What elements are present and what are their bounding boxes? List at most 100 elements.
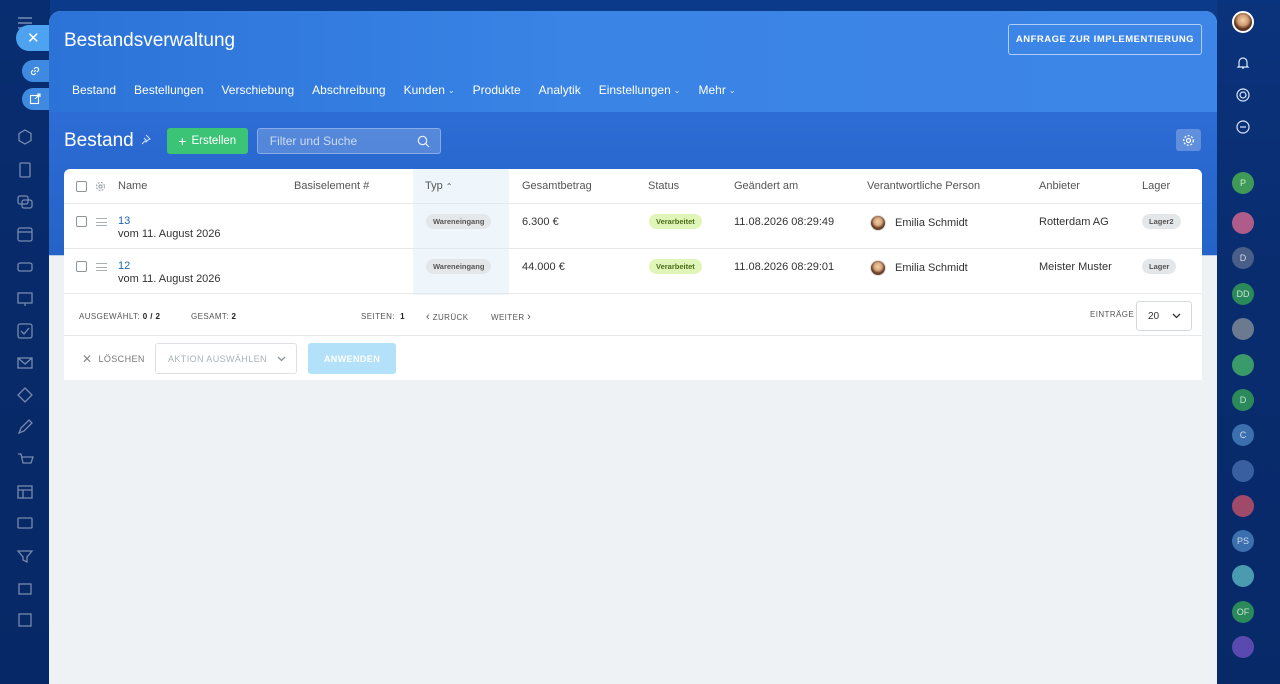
- calendar-icon[interactable]: [16, 225, 34, 243]
- nav-item-produkte[interactable]: Produkte: [473, 83, 521, 97]
- drag-handle-icon[interactable]: [96, 263, 107, 274]
- apply-button[interactable]: ANWENDEN: [308, 343, 396, 374]
- responsible-person[interactable]: Emilia Schmidt: [895, 217, 968, 229]
- search-input[interactable]: Filter und Suche: [256, 128, 441, 154]
- type-badge: Wareneingang: [426, 259, 492, 274]
- drive-icon[interactable]: [16, 258, 34, 276]
- copy-link-button[interactable]: [22, 60, 50, 82]
- open-new-window-button[interactable]: [22, 88, 50, 110]
- column-header-type[interactable]: Typ ⌃: [425, 180, 453, 192]
- chevron-right-icon: ›: [527, 311, 532, 323]
- hexagon-icon[interactable]: [16, 128, 34, 146]
- chat-avatar-d2[interactable]: D: [1232, 389, 1254, 411]
- store-icon[interactable]: [16, 579, 34, 597]
- column-header-changed[interactable]: Geändert am: [734, 180, 798, 192]
- copilot-icon[interactable]: [1232, 84, 1254, 106]
- external-link-icon: [29, 93, 41, 105]
- chevron-down-icon: ⌄: [447, 85, 455, 95]
- column-header-name[interactable]: Name: [118, 180, 147, 192]
- avatar[interactable]: [870, 260, 886, 276]
- chat-avatar-msg[interactable]: [1232, 565, 1254, 587]
- row-checkbox[interactable]: [76, 216, 87, 227]
- column-header-supplier[interactable]: Anbieter: [1039, 180, 1080, 192]
- nav-item-einstellungen[interactable]: Einstellungen ⌄: [599, 83, 681, 97]
- sites-icon[interactable]: [16, 386, 34, 404]
- tasks-icon[interactable]: [16, 322, 34, 340]
- user-avatar[interactable]: [1232, 11, 1254, 33]
- table-icon[interactable]: [16, 483, 34, 501]
- search-chat-icon[interactable]: [1232, 116, 1254, 138]
- group-action-bar: ✕ LÖSCHEN AKTION AUSWÄHLEN ANWENDEN: [64, 336, 1202, 380]
- request-implementation-button[interactable]: ANFRAGE ZUR IMPLEMENTIERUNG: [1008, 24, 1202, 55]
- nav-item-mehr[interactable]: Mehr ⌄: [698, 83, 735, 97]
- nav-item-bestand[interactable]: Bestand: [72, 83, 116, 97]
- selected-count: AUSGEWÄHLT: 0 / 2: [79, 312, 161, 321]
- action-select[interactable]: AKTION AUSWÄHLEN: [155, 343, 297, 374]
- chat-avatar-card[interactable]: [1232, 354, 1254, 376]
- list-icon[interactable]: [16, 611, 34, 629]
- nav-item-verschiebung[interactable]: Verschiebung: [221, 83, 294, 97]
- chat-avatar-photo[interactable]: [1232, 318, 1254, 340]
- status-badge: Verarbeitet: [649, 214, 702, 229]
- nav-item-analytik[interactable]: Analytik: [539, 83, 581, 97]
- entries-per-page-select[interactable]: 20: [1136, 301, 1192, 331]
- column-header-responsible[interactable]: Verantwortliche Person: [867, 180, 980, 192]
- chat-avatar-d[interactable]: D: [1232, 247, 1254, 269]
- avatar[interactable]: [870, 215, 886, 231]
- total-amount: 6.300 €: [522, 216, 559, 228]
- board-icon[interactable]: [16, 290, 34, 308]
- nav-item-bestellungen[interactable]: Bestellungen: [134, 83, 203, 97]
- close-icon: ✕: [27, 30, 40, 47]
- responsible-person[interactable]: Emilia Schmidt: [895, 262, 968, 274]
- monitor-icon[interactable]: [16, 515, 34, 533]
- table-footer: AUSGEWÄHLT: 0 / 2 GESAMT: 2 SEITEN: 1 ‹ …: [64, 295, 1202, 336]
- column-header-status[interactable]: Status: [648, 180, 679, 192]
- pin-icon[interactable]: [140, 134, 151, 148]
- notification-icon[interactable]: [1232, 52, 1254, 74]
- chat-avatar-copilot[interactable]: [1232, 636, 1254, 658]
- document-number-link[interactable]: 13: [118, 215, 130, 227]
- prev-page-button[interactable]: ‹ ZURÜCK: [426, 311, 468, 323]
- filter-icon[interactable]: [16, 547, 34, 565]
- entries-label: EINTRÄGE: [1090, 310, 1135, 319]
- mail-icon[interactable]: [16, 354, 34, 372]
- total-count: GESAMT: 2: [191, 312, 237, 321]
- link-icon: [30, 66, 40, 76]
- section-title: Bestand: [64, 130, 134, 151]
- delete-button[interactable]: ✕ LÖSCHEN: [82, 352, 145, 366]
- chat-icon[interactable]: [16, 193, 34, 211]
- chevron-left-icon: ‹: [426, 311, 431, 323]
- column-header-total[interactable]: Gesamtbetrag: [522, 180, 592, 192]
- search-icon: [417, 135, 430, 147]
- row-checkbox[interactable]: [76, 261, 87, 272]
- list-settings-button[interactable]: [1176, 129, 1201, 151]
- page-title: Bestandsverwaltung: [64, 30, 236, 51]
- nav-item-abschreibung[interactable]: Abschreibung: [312, 83, 385, 97]
- close-slider-button[interactable]: ✕: [16, 25, 50, 51]
- nav-item-kunden[interactable]: Kunden ⌄: [404, 83, 455, 97]
- document-number-link[interactable]: 12: [118, 260, 130, 272]
- chat-avatar-dd[interactable]: DD: [1232, 283, 1254, 305]
- chat-avatar-red[interactable]: [1232, 212, 1254, 234]
- pen-icon[interactable]: [16, 418, 34, 436]
- column-header-base-element[interactable]: Basiselement #: [294, 180, 369, 192]
- drag-handle-icon[interactable]: [96, 218, 107, 229]
- column-settings-icon[interactable]: [95, 181, 106, 192]
- document-icon[interactable]: [16, 161, 34, 179]
- chat-avatar-c[interactable]: C: [1232, 424, 1254, 446]
- table-row[interactable]: 13 vom 11. August 2026 Wareneingang 6.30…: [64, 204, 1202, 249]
- table-row[interactable]: 12 vom 11. August 2026 Wareneingang 44.0…: [64, 249, 1202, 294]
- create-button[interactable]: + Erstellen: [166, 128, 248, 154]
- slider-panel: Bestandsverwaltung ANFRAGE ZUR IMPLEMENT…: [49, 11, 1217, 684]
- chat-avatar-ps[interactable]: PS: [1232, 530, 1254, 552]
- chat-avatar-group[interactable]: [1232, 460, 1254, 482]
- select-all-checkbox[interactable]: [76, 181, 87, 192]
- chat-avatar-p[interactable]: P: [1232, 172, 1254, 194]
- toolbar: Bestand + Erstellen Filter und Suche: [64, 128, 441, 154]
- next-page-button[interactable]: WEITER ›: [491, 311, 531, 323]
- column-header-warehouse[interactable]: Lager: [1142, 180, 1170, 192]
- inventory-table: Name Basiselement # Typ ⌃ Gesamtbetrag S…: [64, 169, 1202, 380]
- cart-icon[interactable]: [16, 451, 34, 469]
- chat-avatar-calendar[interactable]: [1232, 495, 1254, 517]
- chat-avatar-of[interactable]: OF: [1232, 601, 1254, 623]
